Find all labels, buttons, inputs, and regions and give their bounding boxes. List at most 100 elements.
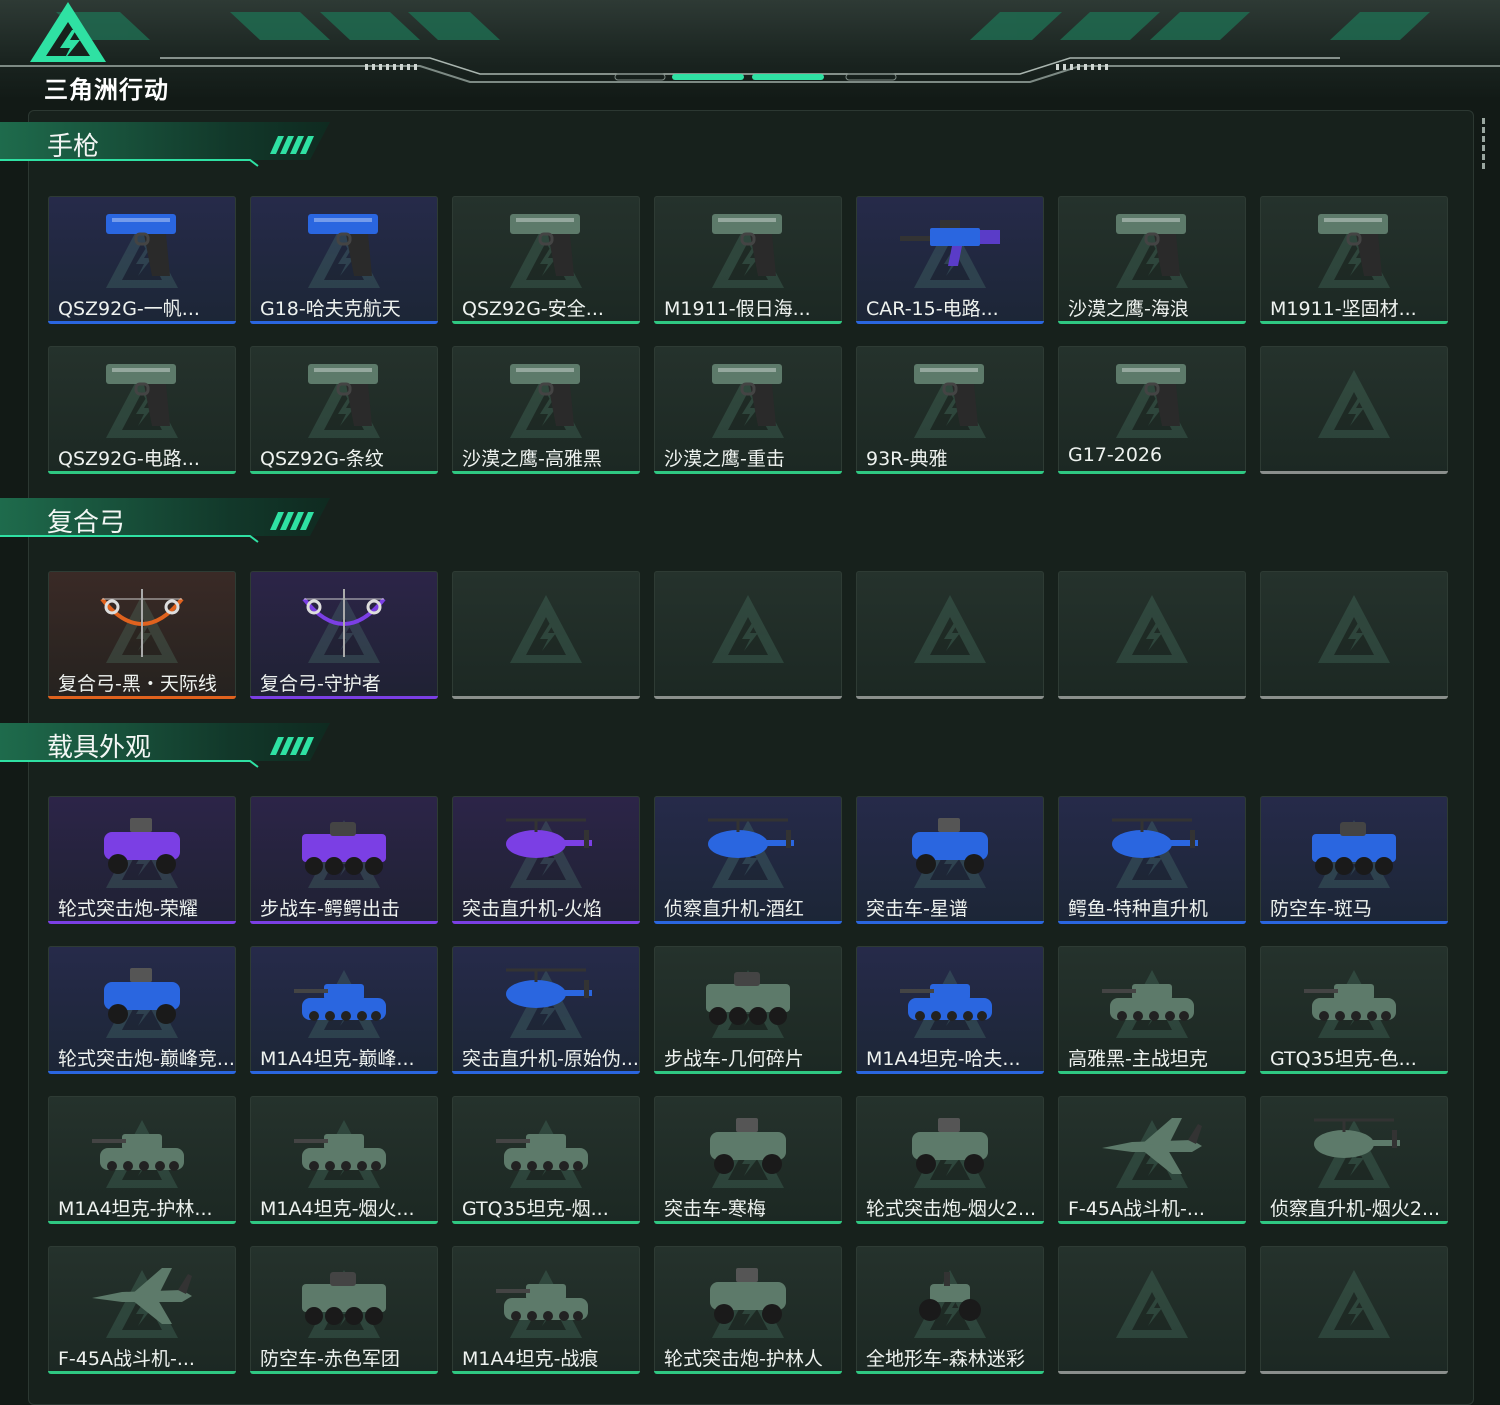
- rarity-bar: [250, 471, 438, 474]
- rarity-bar: [1058, 921, 1246, 924]
- item-card[interactable]: M1911-坚固材...: [1260, 196, 1448, 324]
- rarity-bar: [856, 471, 1044, 474]
- rarity-bar: [856, 1071, 1044, 1074]
- item-label: 全地形车-森林迷彩: [866, 1348, 1025, 1370]
- helicopter-icon: [506, 818, 592, 858]
- item-card[interactable]: M1A4坦克-战痕: [452, 1246, 640, 1374]
- ifv-icon: [302, 1272, 386, 1325]
- tank-icon: [294, 984, 386, 1021]
- item-card[interactable]: 侦察直升机-酒红: [654, 796, 842, 924]
- item-label: G18-哈夫克航天: [260, 298, 401, 320]
- helicopter-icon: [506, 968, 592, 1008]
- rarity-bar: [1260, 321, 1448, 324]
- item-card[interactable]: 沙漠之鹰-重击: [654, 346, 842, 474]
- rarity-bar: [250, 1221, 438, 1224]
- item-label: 轮式突击炮-烟火2...: [866, 1198, 1037, 1220]
- item-card[interactable]: 全地形车-森林迷彩: [856, 1246, 1044, 1374]
- pistol-icon: [1318, 214, 1388, 276]
- item-card[interactable]: M1A4坦克-巅峰...: [250, 946, 438, 1074]
- item-card[interactable]: 93R-典雅: [856, 346, 1044, 474]
- item-card[interactable]: QSZ92G-安全...: [452, 196, 640, 324]
- item-card[interactable]: F-45A战斗机-...: [1058, 1096, 1246, 1224]
- item-card[interactable]: 沙漠之鹰-高雅黑: [452, 346, 640, 474]
- item-card[interactable]: GTQ35坦克-色...: [1260, 946, 1448, 1074]
- watermark-logo-icon: [1318, 595, 1390, 663]
- item-card[interactable]: 鳄鱼-特种直升机: [1058, 796, 1246, 924]
- item-label: CAR-15-电路...: [866, 298, 999, 320]
- empty-slot: [1058, 1246, 1246, 1374]
- armored-car-icon: [710, 1118, 786, 1174]
- rarity-bar: [250, 321, 438, 324]
- item-card[interactable]: CAR-15-电路...: [856, 196, 1044, 324]
- watermark-logo-icon: [1116, 595, 1188, 663]
- item-card[interactable]: M1911-假日海...: [654, 196, 842, 324]
- item-card[interactable]: 复合弓-黑・天际线: [48, 571, 236, 699]
- empty-slot: [452, 571, 640, 699]
- item-label: GTQ35坦克-烟...: [462, 1198, 609, 1220]
- item-card[interactable]: QSZ92G-一帆...: [48, 196, 236, 324]
- armored-car-icon: [710, 1268, 786, 1324]
- top-header: 三角洲行动: [0, 0, 1500, 104]
- rarity-bar: [1058, 1071, 1246, 1074]
- armored-car-icon: [104, 818, 180, 874]
- item-card[interactable]: 轮式突击炮-烟火2...: [856, 1096, 1044, 1224]
- item-card[interactable]: 沙漠之鹰-海浪: [1058, 196, 1246, 324]
- item-card[interactable]: 轮式突击炮-荣耀: [48, 796, 236, 924]
- section-header: 复合弓: [0, 496, 330, 548]
- item-card[interactable]: 高雅黑-主战坦克: [1058, 946, 1246, 1074]
- item-label: M1911-假日海...: [664, 298, 811, 320]
- item-card[interactable]: 轮式突击炮-巅峰竞...: [48, 946, 236, 1074]
- helicopter-icon: [708, 818, 794, 858]
- scrollbar[interactable]: [1482, 118, 1486, 178]
- item-card[interactable]: F-45A战斗机-...: [48, 1246, 236, 1374]
- rarity-bar: [1058, 1221, 1246, 1224]
- tank-icon: [496, 1284, 588, 1321]
- bow-icon: [302, 589, 386, 657]
- section-header: 手枪: [0, 120, 330, 172]
- item-card[interactable]: 突击直升机-原始伪...: [452, 946, 640, 1074]
- item-card[interactable]: G17-2026: [1058, 346, 1246, 474]
- item-card[interactable]: M1A4坦克-哈夫...: [856, 946, 1044, 1074]
- item-card[interactable]: 轮式突击炮-护林人: [654, 1246, 842, 1374]
- item-card[interactable]: 步战车-鳄鳄出击: [250, 796, 438, 924]
- empty-slot: [1260, 571, 1448, 699]
- item-label: M1A4坦克-烟火...: [260, 1198, 415, 1220]
- item-card[interactable]: 突击车-星谱: [856, 796, 1044, 924]
- item-card[interactable]: 步战车-几何碎片: [654, 946, 842, 1074]
- item-card[interactable]: 突击直升机-火焰: [452, 796, 640, 924]
- item-label: M1A4坦克-哈夫...: [866, 1048, 1021, 1070]
- item-label: 步战车-几何碎片: [664, 1048, 804, 1070]
- item-label: M1A4坦克-战痕: [462, 1348, 599, 1370]
- rarity-bar: [654, 921, 842, 924]
- rarity-bar: [48, 1071, 236, 1074]
- rarity-bar: [856, 1221, 1044, 1224]
- item-label: QSZ92G-条纹: [260, 448, 384, 470]
- item-card[interactable]: 复合弓-守护者: [250, 571, 438, 699]
- rarity-bar: [856, 921, 1044, 924]
- empty-slot: [654, 571, 842, 699]
- item-card[interactable]: 突击车-寒梅: [654, 1096, 842, 1224]
- item-card[interactable]: 防空车-赤色军团: [250, 1246, 438, 1374]
- item-card[interactable]: 侦察直升机-烟火2...: [1260, 1096, 1448, 1224]
- item-label: QSZ92G-电路...: [58, 448, 200, 470]
- rarity-bar: [1058, 321, 1246, 324]
- item-card[interactable]: GTQ35坦克-烟...: [452, 1096, 640, 1224]
- item-card[interactable]: G18-哈夫克航天: [250, 196, 438, 324]
- rarity-bar: [1260, 921, 1448, 924]
- item-label: 突击直升机-火焰: [462, 898, 602, 920]
- watermark-logo-icon: [1318, 370, 1390, 438]
- item-card[interactable]: M1A4坦克-护林...: [48, 1096, 236, 1224]
- item-card[interactable]: QSZ92G-电路...: [48, 346, 236, 474]
- watermark-logo-icon: [510, 595, 582, 663]
- rarity-bar: [856, 696, 1044, 699]
- rifle-icon: [900, 220, 1000, 266]
- item-card[interactable]: 防空车-斑马: [1260, 796, 1448, 924]
- item-label: 侦察直升机-烟火2...: [1270, 1198, 1441, 1220]
- pistol-icon: [308, 214, 378, 276]
- helicopter-icon: [1112, 818, 1198, 858]
- item-label: GTQ35坦克-色...: [1270, 1048, 1417, 1070]
- item-card[interactable]: M1A4坦克-烟火...: [250, 1096, 438, 1224]
- watermark-logo-icon: [712, 595, 784, 663]
- item-card[interactable]: QSZ92G-条纹: [250, 346, 438, 474]
- item-label: 93R-典雅: [866, 448, 948, 470]
